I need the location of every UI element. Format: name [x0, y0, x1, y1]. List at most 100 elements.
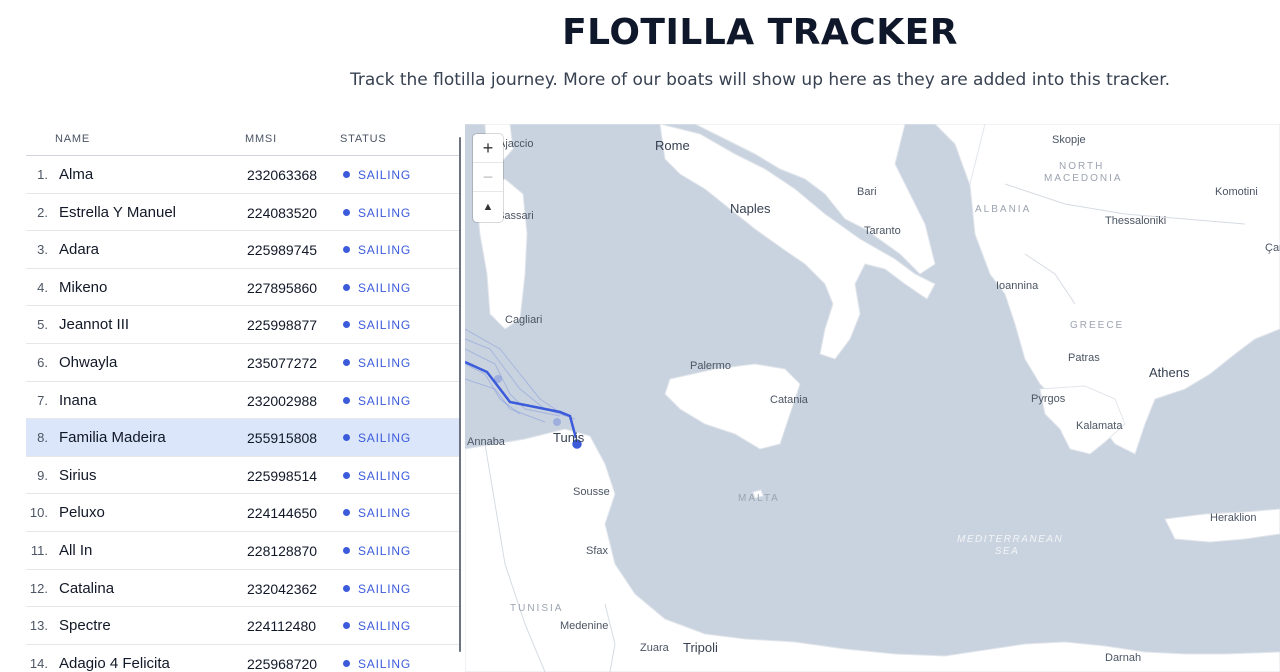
map-label-albania: ALBANIA [975, 204, 1032, 215]
status-dot-icon [343, 283, 350, 291]
map-label-greece: GREECE [1070, 320, 1125, 331]
row-index: 11. [30, 542, 48, 558]
boat-name: Sirius [59, 466, 97, 484]
boat-mmsi: 225998514 [247, 467, 318, 484]
map-label-naples: Naples [730, 201, 771, 216]
map-label-heraklion: Heraklion [1210, 512, 1257, 524]
row-index: 2. [37, 204, 48, 220]
table-row[interactable]: 11. All In 228128870 SAILING [26, 532, 460, 570]
table-scrollbar[interactable] [459, 137, 461, 652]
row-index: 9. [37, 467, 48, 483]
status-badge: SAILING [343, 544, 411, 558]
status-badge: SAILING [343, 431, 411, 445]
boat-mmsi: 235077272 [247, 354, 318, 371]
table-row[interactable]: 1. Alma 232063368 SAILING [26, 156, 460, 194]
table-row[interactable]: 4. Mikeno 227895860 SAILING [26, 269, 460, 307]
boat-mmsi: 232063368 [247, 167, 318, 183]
status-text: SAILING [358, 431, 411, 446]
status-dot-icon [343, 659, 350, 667]
map-label-sfax: Sfax [586, 545, 609, 557]
boat-name: Peluxo [59, 504, 105, 522]
map-label-palermo: Palermo [690, 360, 731, 372]
boats-table: NAME MMSI STATUS 1. Alma 232063368 SAILING 2… [26, 124, 460, 672]
compass-reset-button[interactable]: ▲ [473, 192, 503, 221]
table-row[interactable]: 3. Adara 225989745 SAILING [26, 231, 460, 269]
status-text: SAILING [358, 168, 411, 182]
boat-mmsi: 225989745 [247, 242, 318, 259]
table-row[interactable]: 13. Spectre 224112480 SAILING [26, 607, 460, 645]
boat-name: Adagio 4 Felicita [59, 654, 170, 672]
map-label-komotini: Komotini [1215, 186, 1258, 198]
boat-mmsi: 224112480 [247, 618, 317, 635]
status-text: SAILING [358, 355, 411, 370]
zoom-in-button[interactable]: + [473, 134, 503, 163]
status-text: SAILING [358, 205, 411, 220]
status-dot-icon [343, 546, 350, 554]
column-header-name[interactable]: NAME [55, 133, 90, 145]
boat-name: Spectre [59, 617, 111, 635]
status-badge: SAILING [343, 206, 411, 220]
status-dot-icon [343, 246, 350, 254]
status-badge: SAILING [343, 243, 411, 257]
table-body: 1. Alma 232063368 SAILING 2. Estrella Y Manue… [26, 156, 460, 672]
row-index: 3. [37, 242, 48, 258]
map-label-medenine: Medenine [560, 620, 609, 632]
boat-mmsi: 232042362 [247, 580, 318, 597]
boat-name: Inana [59, 391, 97, 409]
boat-name: Jeannot III [59, 316, 130, 334]
row-index: 5. [37, 317, 48, 333]
row-index: 10. [29, 505, 48, 521]
table-row[interactable]: 8. Familia Madeira 255915808 SAILING [26, 419, 460, 457]
status-dot-icon [343, 584, 350, 592]
map-label-malta: MALTA [738, 493, 780, 504]
map-label-mediterranean-sea: MEDITERRANEAN SEA [957, 534, 1064, 557]
zoom-out-button[interactable]: − [473, 163, 503, 192]
row-index: 8. [37, 430, 48, 446]
status-dot-icon [343, 509, 350, 517]
boat-name: Adara [59, 241, 100, 259]
map-label-tunis: Tunis [553, 430, 585, 445]
map-label-rome: Rome [655, 138, 690, 153]
column-header-status[interactable]: STATUS [340, 133, 387, 145]
page-title: FLOTILLA TRACKER [562, 12, 958, 53]
boat-name: Estrella Y Manuel [59, 203, 177, 221]
row-index: 4. [37, 279, 48, 295]
boat-name: Ohwayla [59, 353, 118, 371]
map[interactable]: Rome Naples Bari Taranto Skopje NORTH MA… [465, 124, 1280, 672]
table-header: NAME MMSI STATUS [26, 124, 460, 156]
boat-mmsi: 224144650 [247, 505, 318, 522]
column-header-mmsi[interactable]: MMSI [245, 133, 277, 145]
map-label-athens: Athens [1149, 365, 1190, 380]
status-text: SAILING [358, 280, 411, 295]
boat-mmsi: 225998877 [247, 317, 318, 334]
boat-mmsi: 224083520 [247, 204, 318, 221]
table-row[interactable]: 6. Ohwayla 235077272 SAILING [26, 344, 460, 382]
table-row[interactable]: 5. Jeannot III 225998877 SAILING [26, 306, 460, 344]
table-row[interactable]: 2. Estrella Y Manuel 224083520 SAILING [26, 194, 460, 232]
table-row[interactable]: 10. Peluxo 224144650 SAILING [26, 494, 460, 532]
map-label-skopje: Skopje [1052, 134, 1086, 146]
status-dot-icon [343, 471, 350, 479]
row-index: 7. [37, 392, 48, 408]
row-index: 6. [37, 354, 48, 370]
map-label-north-macedonia-2: MACEDONIA [1044, 173, 1123, 184]
map-label-darnah: Darnah [1105, 652, 1142, 664]
status-text: SAILING [358, 506, 411, 521]
table-row[interactable]: 7. Inana 232002988 SAILING [26, 382, 460, 420]
map-basemap [465, 124, 1280, 672]
map-label-bari: Bari [857, 186, 877, 198]
map-label-pyrgos: Pyrgos [1031, 393, 1066, 405]
table-row[interactable]: 14. Adagio 4 Felicita 225968720 SAILING [26, 645, 460, 672]
map-label-thessaloniki: Thessaloniki [1105, 215, 1167, 227]
row-index: 13. [29, 618, 48, 634]
table-row[interactable]: 12. Catalina 232042362 SAILING [26, 570, 460, 608]
boat-name: Familia Madeira [59, 429, 166, 447]
status-badge: SAILING [343, 168, 411, 182]
boat-mmsi: 232002988 [247, 392, 318, 409]
status-badge: SAILING [343, 619, 411, 633]
status-badge: SAILING [343, 469, 411, 483]
map-label-kalamata: Kalamata [1076, 420, 1123, 432]
table-row[interactable]: 9. Sirius 225998514 SAILING [26, 457, 460, 495]
status-badge: SAILING [343, 318, 411, 332]
status-text: SAILING [358, 656, 411, 671]
